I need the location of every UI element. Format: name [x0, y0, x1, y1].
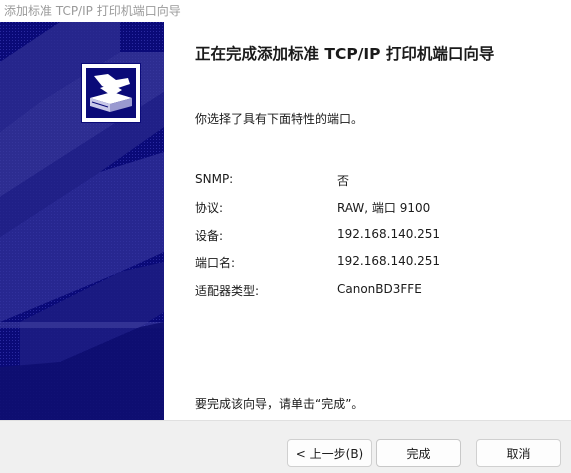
printer-wizard-icon — [81, 63, 141, 123]
property-value: CanonBD3FFE — [337, 282, 422, 296]
title-bar: 添加标准 TCP/IP 打印机端口向导 — [0, 0, 571, 22]
property-value: 否 — [337, 174, 350, 188]
wizard-window: 添加标准 TCP/IP 打印机端口向导 正在完成添加标准 TCP/IP 打印机端… — [0, 0, 571, 473]
property-value: 192.168.140.251 — [337, 227, 441, 241]
property-row-snmp: SNMP: 否 — [195, 172, 555, 190]
property-row-device: 设备: 192.168.140.251 — [195, 227, 555, 245]
cancel-button[interactable]: 取消 — [476, 439, 561, 467]
property-label: 端口名: — [195, 256, 236, 270]
back-button[interactable]: < 上一步(B) — [287, 439, 372, 467]
finish-button[interactable]: 完成 — [376, 439, 461, 467]
property-value: RAW, 端口 9100 — [337, 201, 431, 215]
property-label: 协议: — [195, 201, 224, 215]
property-label: 设备: — [195, 229, 224, 243]
property-row-protocol: 协议: RAW, 端口 9100 — [195, 199, 555, 217]
property-label: 适配器类型: — [195, 284, 260, 298]
button-bar: < 上一步(B) 完成 取消 — [0, 420, 571, 473]
property-row-adapter-type: 适配器类型: CanonBD3FFE — [195, 282, 555, 300]
wizard-side-banner — [0, 22, 164, 420]
intro-text: 你选择了具有下面特性的端口。 — [195, 112, 364, 126]
window-title: 添加标准 TCP/IP 打印机端口向导 — [4, 4, 181, 18]
property-row-port-name: 端口名: 192.168.140.251 — [195, 254, 555, 272]
finish-instruction: 要完成该向导，请单击“完成”。 — [195, 397, 364, 411]
property-value: 192.168.140.251 — [337, 254, 441, 268]
wizard-content: 正在完成添加标准 TCP/IP 打印机端口向导 你选择了具有下面特性的端口。 S… — [164, 22, 571, 420]
page-title: 正在完成添加标准 TCP/IP 打印机端口向导 — [195, 45, 495, 63]
property-label: SNMP: — [195, 172, 234, 186]
